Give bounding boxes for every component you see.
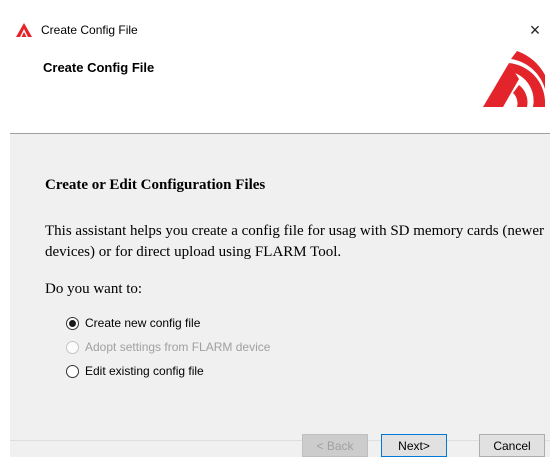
option-label: Create new config file (85, 316, 201, 330)
option-label: Edit existing config file (85, 364, 204, 378)
option-edit-existing[interactable]: Edit existing config file (66, 363, 204, 379)
header-title: Create Config File (43, 60, 155, 75)
wizard-header (10, 45, 550, 133)
close-button[interactable]: × (520, 17, 550, 43)
next-button[interactable]: Next> (381, 434, 447, 457)
wizard-content: Create or Edit Configuration Files This … (10, 134, 550, 440)
option-label: Adopt settings from FLARM device (85, 340, 271, 354)
radio-disabled-icon (66, 340, 79, 354)
wizard-footer (10, 441, 550, 457)
create-config-dialog: Create Config File × Create Config File … (10, 13, 550, 457)
radio-selected-icon[interactable] (66, 316, 79, 330)
option-adopt-settings: Adopt settings from FLARM device (66, 339, 270, 355)
radio-unselected-icon[interactable] (66, 364, 79, 378)
window-title: Create Config File (41, 23, 138, 37)
cancel-button[interactable]: Cancel (479, 434, 545, 457)
title-bar[interactable]: Create Config File × (10, 13, 550, 45)
close-icon: × (529, 19, 541, 40)
flarm-logo-icon (483, 51, 545, 107)
section-title: Create or Edit Configuration Files (45, 177, 266, 193)
back-button[interactable]: < Back (302, 434, 368, 457)
prompt-text: Do you want to: (45, 281, 143, 297)
flarm-logo-icon (16, 23, 32, 37)
description-text: This assistant helps you create a config… (45, 223, 545, 260)
option-create-new[interactable]: Create new config file (66, 315, 200, 331)
